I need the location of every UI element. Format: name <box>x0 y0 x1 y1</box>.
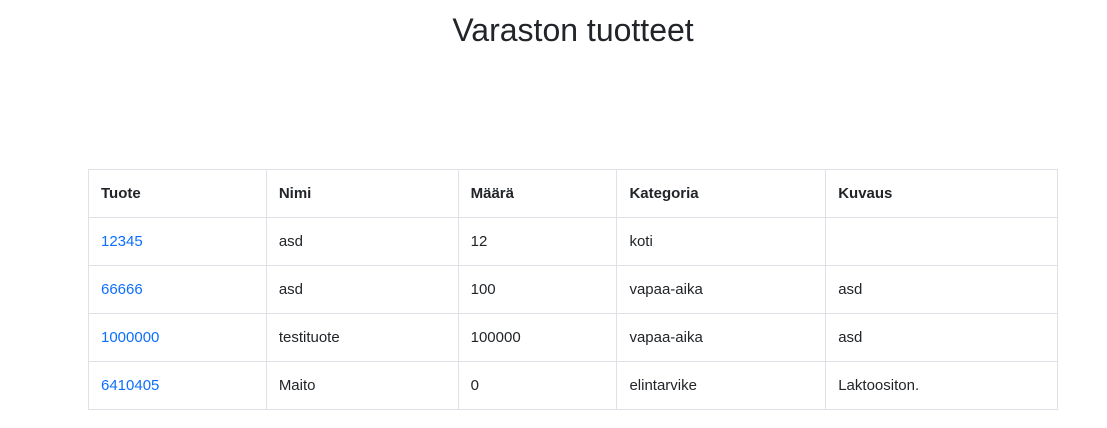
cell-kategoria: koti <box>616 217 827 266</box>
cell-kategoria: vapaa-aika <box>616 265 827 314</box>
column-header-nimi: Nimi <box>265 169 459 218</box>
column-header-maara: Määrä <box>457 169 618 218</box>
cell-tuote: 6410405 <box>88 361 267 410</box>
product-link[interactable]: 1000000 <box>101 329 159 346</box>
cell-nimi: Maito <box>265 361 459 410</box>
cell-kategoria: elintarvike <box>616 361 827 410</box>
table-row: 1000000 testituote 100000 vapaa-aika asd <box>88 313 1058 362</box>
table-row: 12345 asd 12 koti <box>88 217 1058 266</box>
page-title: Varaston tuotteet <box>452 12 694 48</box>
cell-kuvaus <box>825 217 1058 266</box>
cell-kuvaus: asd <box>825 265 1058 314</box>
cell-tuote: 66666 <box>88 265 267 314</box>
page: Varaston tuotteet Tuote Nimi Määrä Kateg… <box>0 0 1107 428</box>
cell-maara: 100000 <box>457 313 618 362</box>
cell-kategoria: vapaa-aika <box>616 313 827 362</box>
products-table: Tuote Nimi Määrä Kategoria Kuvaus 12345 … <box>88 169 1058 410</box>
table-header-row: Tuote Nimi Määrä Kategoria Kuvaus <box>88 169 1058 218</box>
cell-maara: 100 <box>457 265 618 314</box>
column-header-kategoria: Kategoria <box>616 169 827 218</box>
cell-tuote: 12345 <box>88 217 267 266</box>
cell-maara: 12 <box>457 217 618 266</box>
cell-kuvaus: Laktoositon. <box>825 361 1058 410</box>
cell-nimi: asd <box>265 265 459 314</box>
table-row: 66666 asd 100 vapaa-aika asd <box>88 265 1058 314</box>
column-header-tuote: Tuote <box>88 169 267 218</box>
cell-kuvaus: asd <box>825 313 1058 362</box>
product-link[interactable]: 12345 <box>101 233 143 250</box>
cell-nimi: testituote <box>265 313 459 362</box>
cell-nimi: asd <box>265 217 459 266</box>
column-header-kuvaus: Kuvaus <box>825 169 1058 218</box>
product-link[interactable]: 66666 <box>101 281 143 298</box>
product-link[interactable]: 6410405 <box>101 377 159 394</box>
cell-maara: 0 <box>457 361 618 410</box>
table-row: 6410405 Maito 0 elintarvike Laktoositon. <box>88 361 1058 410</box>
cell-tuote: 1000000 <box>88 313 267 362</box>
